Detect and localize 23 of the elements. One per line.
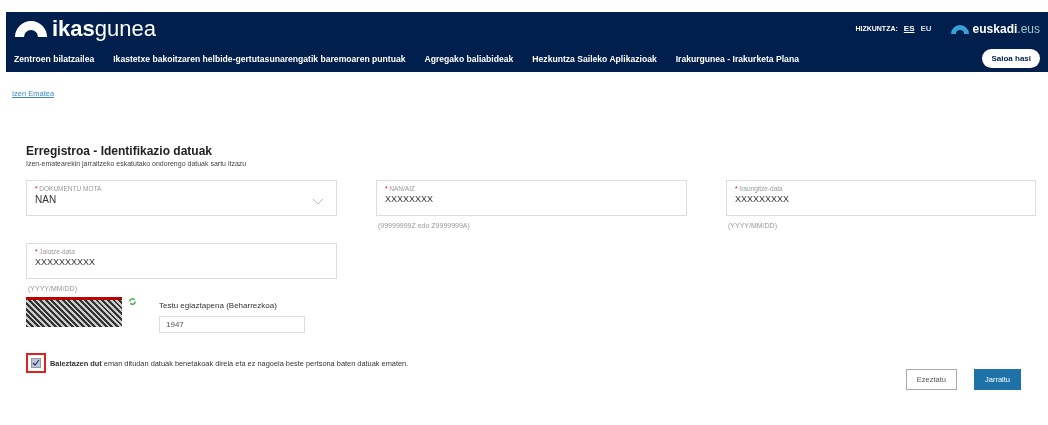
arch-logo-icon xyxy=(14,19,48,38)
logo-text: ikasgunea xyxy=(52,15,156,42)
nav-link[interactable]: Hezkuntza Saileko Aplikazioak xyxy=(532,53,657,64)
chevron-down-icon xyxy=(312,198,324,205)
checkbox[interactable] xyxy=(26,353,46,373)
field-value: XXXXXXXXX xyxy=(735,194,790,204)
form-title: Erregistroa - Identifikazio datuak xyxy=(26,144,214,158)
language-link[interactable]: EU xyxy=(920,24,932,33)
field-value: XXXXXXXXXX xyxy=(35,257,96,267)
arch-logo-icon xyxy=(949,23,970,34)
nav-link[interactable]: Irakurgunea - Irakurketa Plana xyxy=(675,53,799,64)
nav-link[interactable]: Agregako baliabideak xyxy=(424,53,514,64)
field-value: NAN xyxy=(35,194,57,205)
nav-link[interactable]: Zentroen bilatzailea xyxy=(14,53,95,64)
brand-text: euskadi.eus xyxy=(972,21,1040,36)
field-value: XXXXXXXX xyxy=(385,194,434,204)
captcha-input[interactable]: 1947 xyxy=(159,316,305,333)
refresh-icon[interactable] xyxy=(128,297,137,306)
checkmark-icon xyxy=(32,359,40,367)
language-link[interactable]: ES xyxy=(903,24,915,33)
login-button[interactable]: Saioa hasi xyxy=(982,49,1040,68)
captcha-label: Testu egiaztapena (Beharrezkoa) xyxy=(159,301,278,310)
nav-link[interactable]: Ikastetxe bakoitzaren helbide-gertutasunarengatik baremoaren puntuak xyxy=(113,53,406,64)
